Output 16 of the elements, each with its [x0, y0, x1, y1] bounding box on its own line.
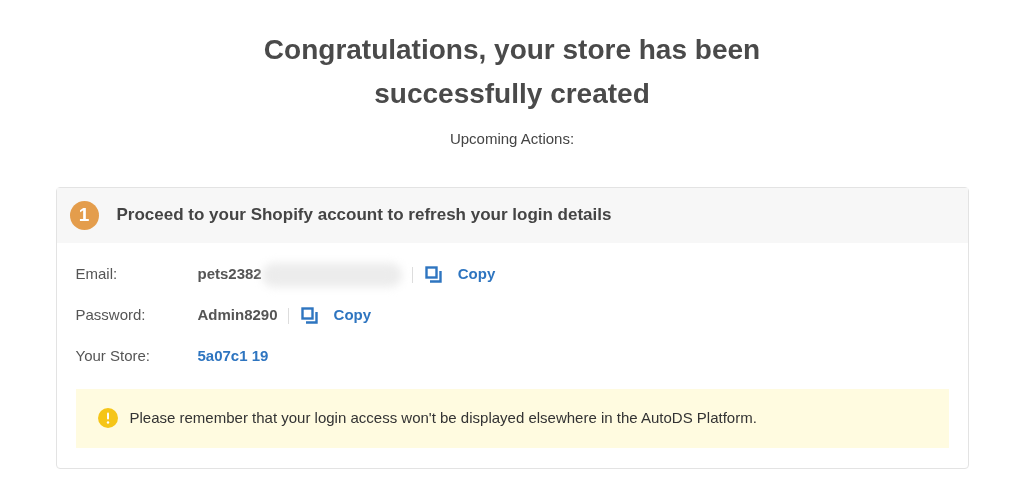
field-label: Your Store:: [75, 346, 151, 367]
copy-icon: [424, 266, 442, 283]
field-label: Email:: [75, 264, 119, 285]
notice-text: Please remember that your login access won't be displayed elsewhere in the AutoDS Platform.: [129, 407, 757, 428]
copy-button[interactable]: Copy: [300, 304, 372, 327]
field-value: Admin8290: [197, 305, 278, 326]
copy-button[interactable]: Copy: [424, 263, 496, 286]
store-link[interactable]: 5a07c1 19: [197, 345, 269, 368]
copy-icon: [300, 307, 318, 324]
subtitle: Upcoming Actions:: [449, 129, 575, 149]
step-heading: Proceed to your Shopify account to refresh your login details: [116, 204, 612, 227]
warning-icon: [97, 408, 118, 428]
page-title: Congratulations, your store has been successfully created: [262, 33, 762, 111]
field-label: Password:: [75, 305, 147, 326]
step-number-badge: 1: [69, 200, 99, 230]
field-value: pets2382: [197, 264, 262, 285]
